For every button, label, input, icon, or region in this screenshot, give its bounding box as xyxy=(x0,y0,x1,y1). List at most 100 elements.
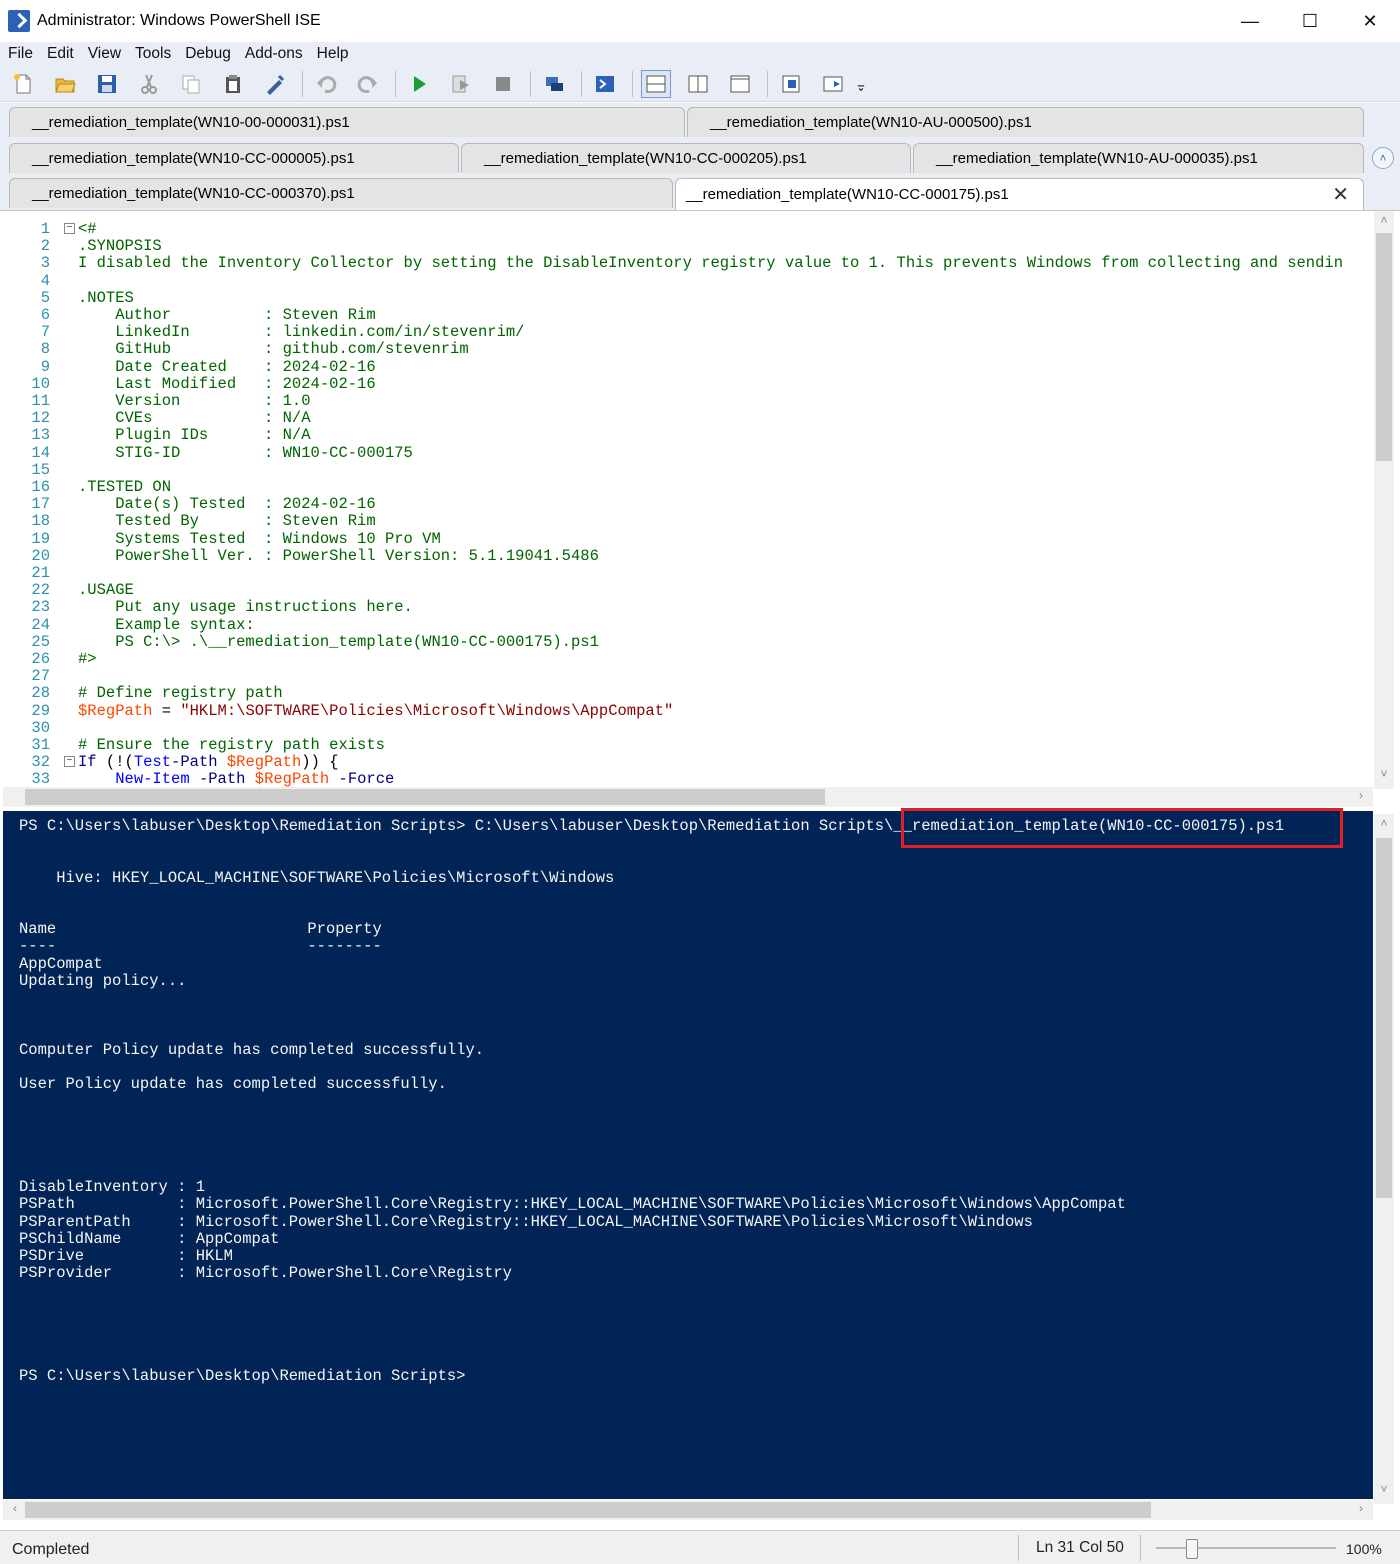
script-tab[interactable]: __remediation_template(WN10-AU-000035).p… xyxy=(913,143,1364,173)
close-tab-icon[interactable]: ✕ xyxy=(1332,182,1349,207)
code-line[interactable]: 32 − If (!(Test-Path $RegPath)) { xyxy=(0,753,1372,771)
console-hscroll-thumb[interactable] xyxy=(25,1502,1151,1518)
script-tab[interactable]: __remediation_template(WN10-CC-000205).p… xyxy=(461,143,911,173)
code-line[interactable]: 11 Version : 1.0 xyxy=(0,392,1372,410)
remote-powershell-button[interactable] xyxy=(539,70,569,98)
code-line[interactable]: 33 New-Item -Path $RegPath -Force xyxy=(0,771,1372,788)
active-script-tab[interactable]: __remediation_template(WN10-CC-000175).p… xyxy=(675,178,1364,210)
code-line[interactable]: 29 $RegPath = "HKLM:\SOFTWARE\Policies\Mi… xyxy=(0,702,1372,720)
scroll-up-icon[interactable]: ˄ xyxy=(1374,816,1394,834)
undo-button[interactable] xyxy=(311,70,341,98)
stop-button[interactable] xyxy=(488,70,518,98)
run-script-icon xyxy=(414,75,426,92)
code-line[interactable]: 6 Author : Steven Rim xyxy=(0,306,1372,324)
line-number: 11 xyxy=(31,392,50,410)
console-horizontal-scrollbar[interactable]: ‹ › xyxy=(3,1500,1373,1520)
code-line[interactable]: 12 CVEs : N/A xyxy=(0,409,1372,427)
minimize-button[interactable]: — xyxy=(1220,0,1280,42)
save-button[interactable] xyxy=(92,70,122,98)
powershell-console-button[interactable] xyxy=(590,70,620,98)
code-line[interactable]: 28 # Define registry path xyxy=(0,685,1372,702)
fold-toggle-icon[interactable]: − xyxy=(64,756,75,768)
code-line[interactable]: 31 # Ensure the registry path exists xyxy=(0,736,1372,754)
code-line[interactable]: 24 Example syntax: xyxy=(0,616,1372,634)
editor-hscroll-thumb[interactable] xyxy=(25,789,825,805)
menu-debug[interactable]: Debug xyxy=(179,45,237,63)
menu-edit[interactable]: Edit xyxy=(41,45,80,63)
code-line[interactable]: 25 PS C:\> .\__remediation_template(WN10… xyxy=(0,633,1372,651)
scroll-right-icon[interactable]: › xyxy=(1351,788,1371,806)
menu-addons[interactable]: Add-ons xyxy=(239,45,309,63)
menu-help[interactable]: Help xyxy=(311,45,355,63)
toolbar-separator xyxy=(530,70,531,97)
code-line[interactable]: 23 Put any usage instructions here. xyxy=(0,599,1372,616)
clear-console-button[interactable] xyxy=(260,70,290,98)
code-line[interactable]: 22 .USAGE xyxy=(0,581,1372,599)
show-script-top-button[interactable] xyxy=(641,69,671,98)
editor-vertical-scrollbar[interactable]: ˄ ˅ xyxy=(1374,211,1394,789)
code-line[interactable]: 18 Tested By : Steven Rim xyxy=(0,513,1372,530)
menu-file[interactable]: File xyxy=(2,45,39,63)
editor-horizontal-scrollbar[interactable]: › xyxy=(3,787,1373,807)
close-window-button[interactable]: ✕ xyxy=(1340,0,1400,42)
script-editor[interactable]: 1− <# 2 .SYNOPSIS 3 I disabled the Inventory … xyxy=(0,210,1400,810)
code-line[interactable]: 3 I disabled the Inventory Collector by s… xyxy=(0,255,1372,272)
code-line[interactable]: 7 LinkedIn : linkedin.com/in/stevenrim/ xyxy=(0,323,1372,341)
scroll-down-icon[interactable]: ˅ xyxy=(1374,767,1394,785)
scroll-left-icon[interactable]: ‹ xyxy=(5,1501,25,1519)
editor-scroll-thumb[interactable] xyxy=(1376,233,1392,461)
menu-tools[interactable]: Tools xyxy=(129,45,177,63)
script-code-area[interactable]: 1− <# 2 .SYNOPSIS 3 I disabled the Inventory … xyxy=(0,215,1372,791)
scroll-up-icon[interactable]: ˄ xyxy=(1374,213,1394,231)
maximize-button[interactable]: ☐ xyxy=(1280,0,1340,42)
code-line[interactable]: 17 Date(s) Tested : 2024-02-16 xyxy=(0,495,1372,513)
run-selection-button[interactable] xyxy=(446,70,476,98)
paste-icon xyxy=(226,74,240,93)
console-vertical-scrollbar[interactable]: ˄ ˅ xyxy=(1374,814,1394,1504)
code-line[interactable]: 27 xyxy=(0,667,1372,685)
console-pane[interactable]: PS C:\Users\labuser\Desktop\Remediation … xyxy=(3,811,1373,1499)
script-tab[interactable]: __remediation_template(WN10-CC-000005).p… xyxy=(9,143,459,173)
code-line[interactable]: 14 STIG-ID : WN10-CC-000175 xyxy=(0,443,1372,462)
code-line[interactable]: 10 Last Modified : 2024-02-16 xyxy=(0,375,1372,393)
code-line[interactable]: 19 Systems Tested : Windows 10 Pro VM xyxy=(0,530,1372,548)
show-command-addon-button[interactable] xyxy=(818,70,848,98)
script-tab[interactable]: __remediation_template(WN10-00-000031).p… xyxy=(9,107,685,137)
code-line[interactable]: 1 − <# xyxy=(0,220,1372,238)
code-line[interactable]: 13 Plugin IDs : N/A xyxy=(0,427,1372,444)
code-line[interactable]: 30 xyxy=(0,719,1372,737)
scroll-down-icon[interactable]: ˅ xyxy=(1374,1482,1394,1500)
line-number: 14 xyxy=(31,443,50,462)
open-button[interactable] xyxy=(50,70,80,98)
show-script-right-button[interactable] xyxy=(683,70,713,98)
code-line[interactable]: 16 .TESTED ON xyxy=(0,478,1372,496)
console-scroll-thumb[interactable] xyxy=(1376,838,1392,1198)
copy-button[interactable] xyxy=(176,70,206,98)
paste-button[interactable] xyxy=(218,70,248,98)
tab-scroll-button[interactable]: ˄ xyxy=(1372,147,1394,169)
show-script-maximized-button[interactable] xyxy=(725,70,755,98)
code-line[interactable]: 8 GitHub : github.com/stevenrim xyxy=(0,341,1372,358)
code-line[interactable]: 21 xyxy=(0,564,1372,582)
code-line[interactable]: 26 #> xyxy=(0,650,1372,668)
scroll-right-icon[interactable]: › xyxy=(1351,1501,1371,1519)
new-file-button[interactable] xyxy=(8,70,38,98)
cut-button[interactable] xyxy=(134,70,164,98)
code-line[interactable]: 5 .NOTES xyxy=(0,289,1372,307)
script-tab[interactable]: __remediation_template(WN10-AU-000500).p… xyxy=(687,107,1364,137)
code-line[interactable]: 20 PowerShell Ver. : PowerShell Version:… xyxy=(0,547,1372,565)
run-script-button[interactable] xyxy=(404,70,434,98)
code-line[interactable]: 9 Date Created : 2024-02-16 xyxy=(0,358,1372,376)
fold-toggle-icon[interactable]: − xyxy=(64,223,75,234)
line-number: 6 xyxy=(40,306,50,324)
toolbar-overflow-button[interactable] xyxy=(854,70,868,98)
code-line[interactable]: 15 xyxy=(0,461,1372,479)
redo-button[interactable] xyxy=(353,70,383,98)
menu-view[interactable]: View xyxy=(82,45,127,63)
show-command-window-button[interactable] xyxy=(776,70,806,98)
zoom-slider[interactable] xyxy=(1156,1547,1336,1549)
code-line[interactable]: 4 xyxy=(0,272,1372,290)
zoom-slider-thumb[interactable] xyxy=(1186,1539,1198,1559)
script-tab[interactable]: __remediation_template(WN10-CC-000370).p… xyxy=(9,178,673,208)
code-line[interactable]: 2 .SYNOPSIS xyxy=(0,237,1372,255)
